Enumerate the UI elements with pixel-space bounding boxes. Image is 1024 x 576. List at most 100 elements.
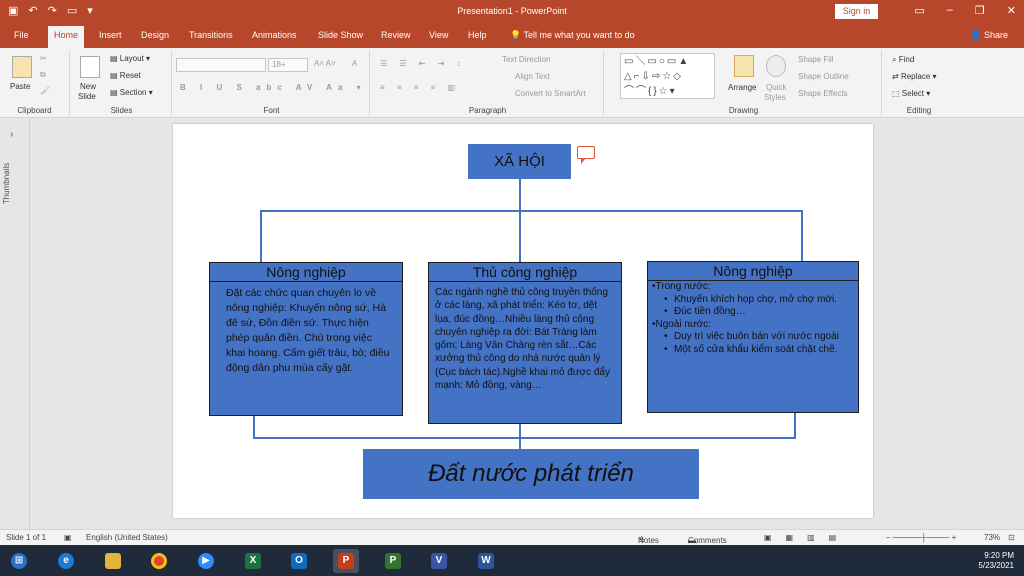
reset-icon: ▤	[110, 71, 120, 80]
tab-insert[interactable]: Insert	[99, 30, 122, 40]
fit-slide-icon[interactable]: ⊡	[1008, 533, 1015, 542]
find-icon: ⌕	[892, 55, 899, 64]
paragraph-label: Paragraph	[468, 106, 507, 115]
tab-design[interactable]: Design	[141, 30, 169, 40]
society-box[interactable]: XÃ HỘI	[468, 144, 571, 179]
view-buttons[interactable]: ▣▦▥▤	[764, 533, 850, 542]
handicraft-title: Thủ công nghiệp	[429, 263, 621, 282]
minimize-icon[interactable]: –	[947, 4, 953, 17]
section-button[interactable]: ▤ Section ▾	[110, 88, 153, 97]
align-text-button[interactable]: Align Text	[515, 72, 550, 81]
select-button[interactable]: ⬚ Select ▾	[892, 89, 930, 98]
tab-view[interactable]: View	[429, 30, 448, 40]
paste-button[interactable]: Paste	[10, 82, 30, 91]
zoom-app-icon[interactable]: ▶	[193, 549, 219, 573]
tab-home[interactable]: Home	[48, 26, 85, 48]
font-size-box[interactable]: 18+	[268, 58, 308, 72]
shape-effects-button[interactable]: Shape Effects	[798, 89, 848, 98]
connector-middle-drop	[519, 210, 521, 262]
tab-animations[interactable]: Animations	[252, 30, 297, 40]
replace-button[interactable]: ⇄ Replace ▾	[892, 72, 937, 81]
domestic-item-1: Khuyến khích họp chợ, mở chợ mới.	[652, 294, 854, 307]
agriculture-title: Nông nghiệp	[210, 263, 402, 282]
language-indicator[interactable]: English (United States)	[86, 533, 168, 542]
powerpoint-icon[interactable]: P	[333, 549, 359, 573]
maximize-icon[interactable]: ❐	[975, 4, 985, 17]
tab-review[interactable]: Review	[381, 30, 411, 40]
cut-icon[interactable]: ✂	[40, 54, 47, 63]
system-tray[interactable]: 9:20 PM 5/23/2021	[978, 551, 1014, 571]
shapes-gallery[interactable]: ▭＼▭○▭▲ △⌐⇩⇨☆◇ ⌒⌒{}☆▾	[620, 53, 715, 99]
clipboard-group: Paste ✂ ⧉ 🖌 Clipboard	[0, 50, 70, 116]
format-painter-icon[interactable]: 🖌	[40, 86, 50, 95]
tab-transitions[interactable]: Transitions	[189, 30, 233, 40]
handicraft-box[interactable]: Thủ công nghiệp Các ngành nghề thủ công …	[428, 262, 622, 424]
tab-file[interactable]: File	[14, 30, 29, 40]
quick-styles-button-line2[interactable]: Styles	[764, 93, 786, 102]
reset-button[interactable]: ▤ Reset	[110, 71, 141, 80]
zoom-level[interactable]: 73%	[984, 533, 1000, 542]
share-button[interactable]: 👤 Share	[970, 30, 1008, 41]
ribbon: Paste ✂ ⧉ 🖌 Clipboard New Slide ▤ Layout…	[0, 48, 1024, 118]
start-button[interactable]: ⊞	[6, 549, 32, 573]
font-label: Font	[263, 106, 280, 115]
shape-fill-button[interactable]: Shape Fill	[798, 55, 834, 64]
status-bar: Slide 1 of 1 ▣ English (United States) ≜…	[0, 529, 1024, 545]
internet-explorer-icon[interactable]: e	[53, 549, 79, 573]
quick-styles-button-line1[interactable]: Quick	[766, 83, 786, 92]
window-controls: ▭ – ❐ ✕	[914, 4, 1016, 17]
spellcheck-icon[interactable]: ▣	[64, 533, 72, 542]
handicraft-text: Các ngành nghề thủ công truyền thống ở c…	[435, 287, 610, 392]
visio-icon[interactable]: V	[426, 549, 452, 573]
ribbon-tabs: File Home Insert Design Transitions Anim…	[0, 24, 1024, 48]
connector-right-drop	[801, 210, 803, 262]
shape-outline-button[interactable]: Shape Outline	[798, 72, 849, 81]
tell-me-search[interactable]: 💡 Tell me what you want to do	[510, 30, 635, 41]
agriculture-box[interactable]: Nông nghiệp Đặt các chức quan chuyên lo …	[209, 262, 403, 416]
paste-icon[interactable]	[12, 56, 32, 78]
font-format-icons[interactable]: B I U S abc AV Aa ▾	[180, 83, 367, 92]
file-explorer-icon[interactable]	[100, 549, 126, 573]
new-slide-icon[interactable]	[80, 56, 100, 78]
sign-in-button[interactable]: Sign in	[835, 4, 878, 19]
clear-formatting-icon[interactable]: A	[352, 59, 357, 68]
editing-label: Editing	[906, 106, 932, 115]
grow-font-icon[interactable]: A˄ A˅	[314, 59, 336, 68]
excel-icon[interactable]: X	[240, 549, 266, 573]
chrome-icon[interactable]	[146, 549, 172, 573]
close-icon[interactable]: ✕	[1007, 4, 1016, 17]
paragraph-group: ☰ ☰ ⇤ ⇥ ↕ ≡ ≡ ≡ ≡ ▥ Text Direction Align…	[372, 50, 604, 116]
expand-thumbnails-icon[interactable]: ›	[10, 129, 13, 140]
layout-button[interactable]: ▤ Layout ▾	[110, 54, 150, 63]
zoom-slider[interactable]: – ─────┼──── +	[886, 533, 956, 542]
comment-icon[interactable]	[577, 146, 595, 164]
alignment-icons[interactable]: ≡ ≡ ≡ ≡ ▥	[380, 83, 460, 92]
tab-help[interactable]: Help	[468, 30, 487, 40]
arrange-button[interactable]: Arrange	[728, 83, 756, 92]
word-icon[interactable]: W	[473, 549, 499, 573]
commerce-box[interactable]: Nông nghiệp •Trong nước: Khuyến khích họ…	[647, 261, 859, 413]
editing-group: ⌕ Find ⇄ Replace ▾ ⬚ Select ▾ Editing	[884, 50, 954, 116]
find-button[interactable]: ⌕ Find	[892, 55, 914, 65]
font-name-box[interactable]	[176, 58, 266, 72]
list-icons[interactable]: ☰ ☰ ⇤ ⇥ ↕	[380, 59, 466, 68]
new-slide-button-line2[interactable]: Slide	[78, 92, 96, 101]
replace-icon: ⇄	[892, 72, 901, 81]
foreign-heading: •Ngoài nước:	[652, 318, 711, 330]
outlook-icon[interactable]: O	[286, 549, 312, 573]
domestic-item-2: Đúc tiền đồng…	[652, 306, 854, 319]
ribbon-display-options-icon[interactable]: ▭	[914, 4, 924, 17]
project-icon[interactable]: P	[380, 549, 406, 573]
connector-left-bottom	[253, 416, 255, 438]
convert-smartart-button[interactable]: Convert to SmartArt	[515, 89, 586, 98]
connector-top-horizontal	[260, 210, 803, 212]
text-direction-button[interactable]: Text Direction	[502, 55, 550, 64]
domestic-heading: •Trong nước:	[652, 281, 711, 292]
slide-canvas[interactable]: XÃ HỘI Nông nghiệp Đặt các chức quan chu…	[173, 124, 873, 518]
new-slide-button-line1[interactable]: New	[80, 82, 96, 91]
copy-icon[interactable]: ⧉	[40, 70, 46, 80]
country-develops-box[interactable]: Đất nước phát triển	[363, 449, 699, 499]
quick-styles-icon	[766, 55, 786, 77]
clipboard-label: Clipboard	[17, 106, 52, 115]
tab-slide-show[interactable]: Slide Show	[318, 30, 363, 40]
